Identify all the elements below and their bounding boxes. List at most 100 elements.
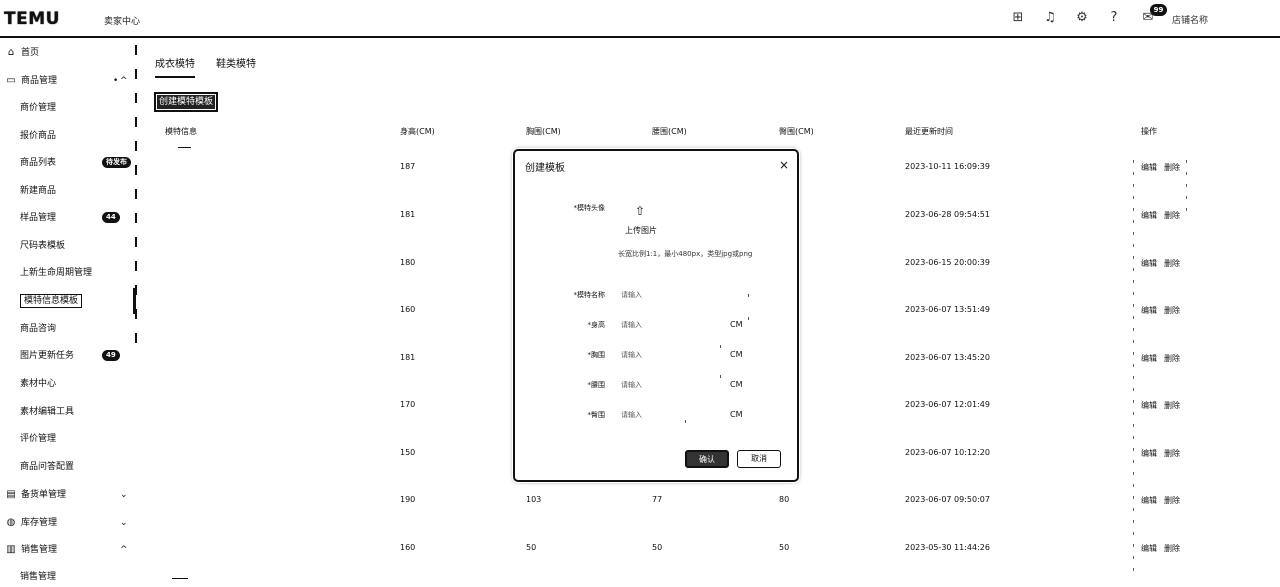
settings-icon[interactable]: ⚙ [1074,10,1090,26]
row-actions: 编辑 删除 [1141,210,1187,221]
top-header: TEMU 卖家中心 ⊞ ♫ ⚙ ? ✉ 99 店铺名称 [0,0,1280,38]
sidebar-item-price[interactable]: 商价管理 [0,98,56,118]
upload-icon[interactable]: ⇧ [635,204,645,218]
sidebar-item-quote[interactable]: 报价商品 [0,126,56,146]
sidebar-scroll-thumb[interactable] [133,288,136,314]
sidebar-item-qa-config[interactable]: 商品问答配置 [0,457,74,477]
sidebar-item-consult[interactable]: 商品咨询 [0,319,56,339]
cell-hip: 80 [779,495,790,504]
bell-icon[interactable]: ♫ [1042,10,1058,26]
cell-height: 187 [400,162,416,171]
sidebar-item-inventory[interactable]: ◍ 库存管理 ⌄ [0,513,135,533]
sidebar-item-material-editor[interactable]: 素材编辑工具 [0,402,74,422]
sidebar-item-review[interactable]: 评价管理 [0,429,56,449]
cell-height: 180 [400,258,416,267]
cell-height: 170 [400,400,416,409]
height-input[interactable]: 请输入 [621,320,721,330]
edit-button[interactable]: 编辑 [1141,259,1157,268]
avatar-label: *模特头像 [573,204,606,212]
image-update-badge: 49 [102,350,120,361]
bust-input[interactable]: 请输入 [621,350,721,360]
sidebar-item-image-update[interactable]: 图片更新任务 49 [0,346,135,366]
delete-button[interactable]: 删除 [1164,211,1180,220]
close-icon[interactable]: × [779,158,789,172]
cell-bust: 50 [526,543,537,552]
bust-label: *胸围 [587,351,606,359]
model-name-input[interactable]: 请输入 [621,290,751,300]
help-icon[interactable]: ? [1106,10,1122,26]
waist-label: *腰围 [587,381,606,389]
cell-height: 150 [400,448,416,457]
create-model-template-button[interactable]: 创建模特模板 [154,92,218,112]
sidebar-item-sample[interactable]: 样品管理 44 [0,208,135,228]
edit-button[interactable]: 编辑 [1141,163,1157,172]
home-icon: ⌂ [7,47,15,58]
delete-button[interactable]: 删除 [1164,354,1180,363]
cell-updated: 2023-06-07 12:01:49 [905,400,990,409]
edit-button[interactable]: 编辑 [1141,306,1157,315]
sidebar-item-product-management[interactable]: ▭ 商品管理 • ^ [0,71,135,91]
delete-button[interactable]: 删除 [1164,496,1180,505]
column-header-updated: 最近更新时间 [905,127,953,136]
input-border [748,294,749,297]
bottom-divider [172,578,188,579]
cell-updated: 2023-06-07 13:51:49 [905,305,990,314]
modal-title: 创建模板 [525,163,565,174]
edit-button[interactable]: 编辑 [1141,544,1157,553]
user-name[interactable]: 店铺名称 [1172,13,1208,26]
sidebar-item-new-product[interactable]: 新建商品 [0,181,56,201]
temu-logo[interactable]: TEMU [4,9,60,29]
sidebar-item-product-list[interactable]: 商品列表 待发布 [0,153,135,173]
sales-icon: ▥ [6,544,16,555]
bust-unit: CM [730,350,743,359]
upload-hint: 长宽比例1:1，最小480px，类型jpg或png [618,250,753,258]
chevron-down-icon: ⌄ [120,518,128,528]
edit-button[interactable]: 编辑 [1141,401,1157,410]
sidebar-item-material-center[interactable]: 素材中心 [0,374,56,394]
chevron-up-icon: ^ [120,76,128,86]
sidebar-item-stock-order[interactable]: ▤ 备货单管理 ⌄ [0,485,135,505]
input-border [685,420,686,423]
tab-shoe-model[interactable]: 鞋类模特 [216,55,256,70]
sidebar-item-sales-sub[interactable]: 销售管理 [0,567,56,587]
sidebar-item-lifecycle[interactable]: 上新生命周期管理 [0,263,92,283]
confirm-button[interactable]: 确认 [685,450,729,468]
cell-updated: 2023-06-15 20:00:39 [905,258,990,267]
cancel-button[interactable]: 取消 [737,450,781,468]
cell-waist: 50 [652,543,663,552]
header-divider [178,147,191,148]
hip-input[interactable]: 请输入 [621,410,721,420]
edit-button[interactable]: 编辑 [1141,496,1157,505]
cell-waist: 77 [652,495,663,504]
sidebar-item-sales[interactable]: ▥ 销售管理 ^ [0,540,135,560]
cell-hip: 50 [779,543,790,552]
sidebar-item-size-chart[interactable]: 尺码表模板 [0,236,65,256]
column-header-bust: 胸围(CM) [526,127,561,136]
cell-updated: 2023-06-07 09:50:07 [905,495,990,504]
hip-unit: CM [730,410,743,419]
upload-image-button[interactable]: 上传图片 [625,225,657,236]
edit-button[interactable]: 编辑 [1141,211,1157,220]
delete-button[interactable]: 删除 [1164,306,1180,315]
waist-input[interactable]: 请输入 [621,380,721,390]
edit-button[interactable]: 编辑 [1141,449,1157,458]
delete-button[interactable]: 删除 [1164,401,1180,410]
sample-badge: 44 [102,212,120,223]
cell-height: 181 [400,353,416,362]
sidebar-item-model-template[interactable]: 模特信息模板 [0,291,83,311]
cell-height: 181 [400,210,416,219]
cell-updated: 2023-06-07 10:12:20 [905,448,990,457]
apps-icon[interactable]: ⊞ [1010,10,1026,26]
sidebar-item-home[interactable]: ⌂ 首页 [0,43,39,63]
inventory-icon: ◍ [6,517,16,528]
name-label: *模特名称 [573,291,606,299]
row-actions: 编辑 删除 [1141,305,1187,316]
delete-button[interactable]: 删除 [1164,259,1180,268]
create-template-modal: 创建模板 × *模特头像 ⇧ 上传图片 长宽比例1:1，最小480px，类型jp… [513,149,799,482]
delete-button[interactable]: 删除 [1164,163,1180,172]
delete-button[interactable]: 删除 [1164,449,1180,458]
tab-apparel-model[interactable]: 成衣模特 [155,55,195,78]
row-actions: 编辑 删除 [1141,400,1187,411]
edit-button[interactable]: 编辑 [1141,354,1157,363]
delete-button[interactable]: 删除 [1164,544,1180,553]
